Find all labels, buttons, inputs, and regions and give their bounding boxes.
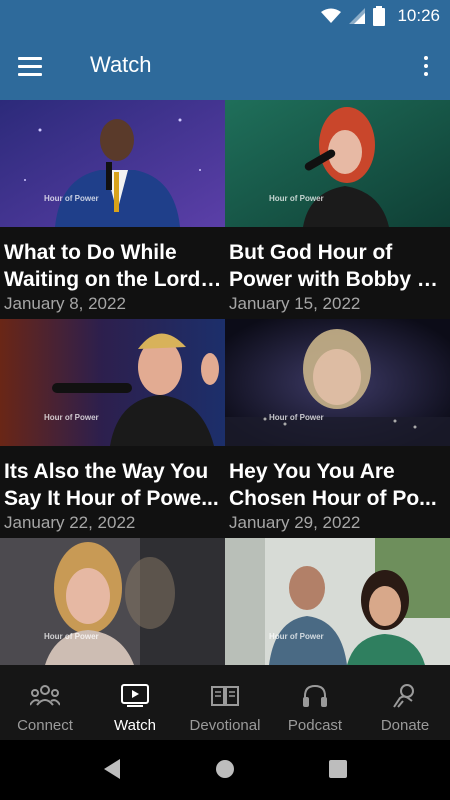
nav-label-devotional: Devotional [189,717,261,734]
watermark-logo: Hour of Power [44,194,99,203]
watermark-logo: Hour of Power [269,413,324,422]
wifi-icon [321,8,342,23]
video-card[interactable]: Hour of Power [225,538,450,665]
status-bar: 10:26 [0,0,450,32]
back-icon[interactable] [102,758,122,780]
video-card[interactable]: Hour of Power But God Hour of Power with… [225,100,450,319]
recents-icon[interactable] [328,758,348,780]
donate-hand-icon [390,683,420,709]
nav-item-connect[interactable]: Connect [0,665,90,740]
system-navigation-bar [0,740,450,800]
video-date: January 8, 2022 [4,294,126,313]
nav-item-devotional[interactable]: Devotional [180,665,270,740]
status-time: 10:26 [397,6,440,25]
nav-item-donate[interactable]: Donate [360,665,450,740]
video-thumbnail: Hour of Power [0,319,225,446]
app-bar: Watch [0,32,450,100]
page-title: Watch [90,52,152,77]
video-title: What to Do While Waiting on the Lord ... [4,241,222,291]
video-card[interactable]: Hour of Power Its Also the Way You Say I… [0,319,225,538]
watermark-logo: Hour of Power [44,632,99,641]
book-icon [210,683,240,709]
status-icons: 10:26 [321,6,440,26]
cell-signal-icon [349,8,366,24]
home-icon[interactable] [215,758,235,780]
video-title: But God Hour of Power with Bobby S... [229,241,447,291]
video-card[interactable]: Hour of Power What to Do While Waiting o… [0,100,225,319]
bottom-navigation: Connect Watch Devotional Podcast Donate [0,665,450,740]
video-grid: Hour of Power What to Do While Waiting o… [0,100,450,665]
video-thumbnail: Hour of Power [225,319,450,446]
nav-label-connect: Connect [17,717,73,734]
video-title: Its Also the Way You Say It Hour of Powe… [4,460,219,510]
watermark-logo: Hour of Power [269,632,324,641]
video-card[interactable]: Hour of Power Hey You You Are Chosen Hou… [225,319,450,538]
video-thumbnail: Hour of Power [225,100,450,227]
watermark-logo: Hour of Power [269,194,324,203]
headphones-icon [300,683,330,709]
video-thumbnail: Hour of Power [0,538,225,665]
nav-item-podcast[interactable]: Podcast [270,665,360,740]
video-date: January 29, 2022 [229,513,361,532]
video-thumbnail: Hour of Power [0,100,225,227]
overflow-menu-icon[interactable] [420,52,432,80]
battery-icon [373,6,386,26]
people-icon [30,683,60,709]
nav-label-donate: Donate [380,717,430,734]
video-icon [120,683,150,709]
watermark-logo: Hour of Power [44,413,99,422]
video-date: January 15, 2022 [229,294,361,313]
video-date: January 22, 2022 [4,513,136,532]
hamburger-menu-icon[interactable] [18,52,52,80]
video-thumbnail: Hour of Power [225,538,450,665]
video-card[interactable]: Hour of Power [0,538,225,665]
nav-item-watch[interactable]: Watch [90,665,180,740]
nav-label-watch: Watch [114,717,156,734]
nav-label-podcast: Podcast [287,717,343,734]
video-title: Hey You You Are Chosen Hour of Po... [229,460,437,510]
